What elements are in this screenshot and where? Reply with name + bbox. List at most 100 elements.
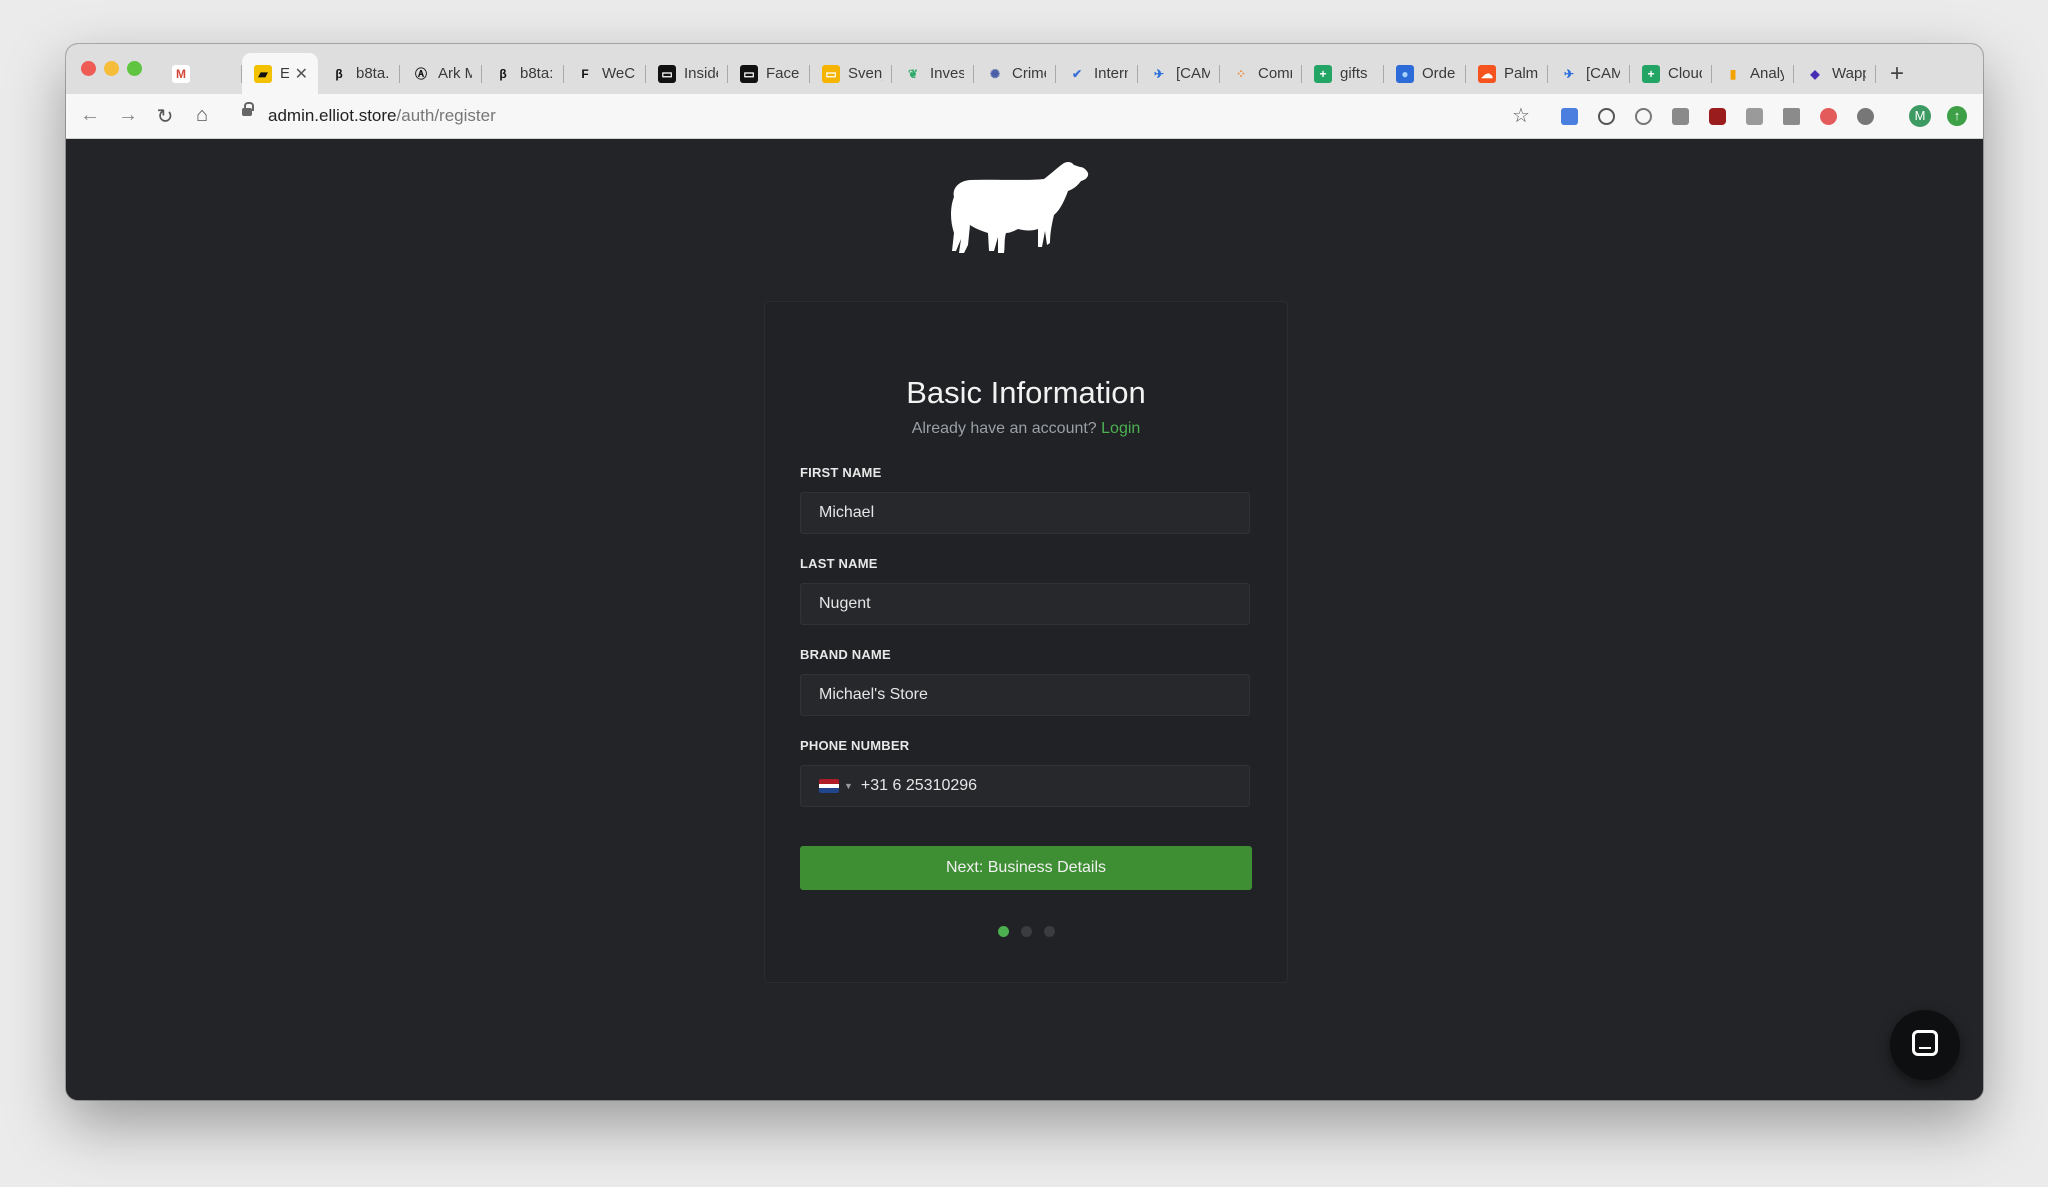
tab-title: Crime <box>1012 65 1046 82</box>
cloud-icon: ● <box>1396 64 1414 83</box>
leaf-icon: ❦ <box>904 64 922 83</box>
browser-tab[interactable]: ▭ Svenj <box>810 53 892 94</box>
extension-ublock-icon[interactable] <box>1709 108 1726 125</box>
bird-icon: ✔ <box>1068 64 1086 83</box>
browser-tab[interactable]: ✈ [CAM <box>1548 53 1630 94</box>
extension-translate-icon[interactable] <box>1561 108 1578 125</box>
tab-title: WeCh <box>602 65 636 82</box>
browser-tab[interactable]: ▭ Faceb <box>728 53 810 94</box>
chat-widget-button[interactable] <box>1890 1010 1960 1080</box>
browser-window: M ▰ Ell ✕ β b8ta.c Ⓐ Ark M β b8ta: F WeCh ▭ Inside ▭ Fa… <box>66 44 1983 1100</box>
bookmark-star-icon[interactable]: ☆ <box>1512 103 1530 128</box>
tab-bar: M ▰ Ell ✕ β b8ta.c Ⓐ Ark M β b8ta: F WeCh ▭ Inside ▭ Fa… <box>66 44 1983 94</box>
url-path: /auth/register <box>396 106 496 125</box>
phone-number-value[interactable]: +31 6 25310296 <box>861 777 977 795</box>
browser-tab[interactable]: + Cloud <box>1630 53 1712 94</box>
browser-tab[interactable]: ◆ Wapp <box>1794 53 1876 94</box>
profile-avatar[interactable]: M <box>1909 105 1931 127</box>
new-tab-icon[interactable]: + <box>1890 61 1904 86</box>
ark-icon: Ⓐ <box>412 64 430 83</box>
tab-title: Inside <box>684 65 718 82</box>
tab-title: Analy <box>1750 65 1784 82</box>
tab-title: b8ta.c <box>356 65 390 82</box>
forward-arrow-icon[interactable]: → <box>116 104 140 127</box>
wappalyzer-icon: ◆ <box>1806 64 1824 83</box>
browser-tab[interactable]: ▰ Ell ✕ <box>242 53 318 94</box>
update-icon[interactable]: ↑ <box>1947 106 1967 126</box>
brand-name-input[interactable] <box>800 674 1250 716</box>
page-content: Basic Information Already have an accoun… <box>66 139 1983 1100</box>
sheets-icon: + <box>1314 64 1332 83</box>
gmail-icon: M <box>172 64 190 83</box>
tab-title: gifts <box>1340 65 1368 82</box>
browser-tab[interactable]: M <box>160 53 242 94</box>
browser-tab[interactable]: β b8ta.c <box>318 53 400 94</box>
login-link[interactable]: Login <box>1101 420 1140 437</box>
minimize-window-button[interactable] <box>104 61 119 76</box>
browser-tab[interactable]: ▭ Inside <box>646 53 728 94</box>
lock-icon[interactable] <box>242 102 254 116</box>
next-business-details-button[interactable]: Next: Business Details <box>800 846 1252 890</box>
registration-card: Basic Information Already have an accoun… <box>764 301 1288 983</box>
jira-icon: ✈ <box>1560 64 1578 83</box>
tab-title: Intern <box>1094 65 1128 82</box>
tab-title: Cloud <box>1668 65 1702 82</box>
facebook-icon: ▭ <box>740 64 758 83</box>
analytics-icon: ▮ <box>1724 64 1742 83</box>
sheets-icon: + <box>1642 64 1660 83</box>
tab-title: [CAM <box>1586 65 1620 82</box>
tab-title: Wapp <box>1832 65 1866 82</box>
inside-icon: ▭ <box>658 64 676 83</box>
tab-title: Faceb <box>766 65 800 82</box>
browser-tab[interactable]: F WeCh <box>564 53 646 94</box>
browser-tab[interactable]: ● Order <box>1384 53 1466 94</box>
slides-icon: ▭ <box>822 64 840 83</box>
reload-icon[interactable]: ↻ <box>153 104 177 129</box>
maximize-window-button[interactable] <box>127 61 142 76</box>
browser-tab[interactable]: β b8ta: <box>482 53 564 94</box>
soundcloud-icon: ☁ <box>1478 64 1496 83</box>
tab-title: Ell <box>280 65 289 82</box>
jira-icon: ✈ <box>1150 64 1168 83</box>
extension-circle-icon[interactable] <box>1635 108 1652 125</box>
b8ta-icon: β <box>330 64 348 83</box>
browser-toolbar: ← → ↻ ⌂ admin.elliot.store/auth/register… <box>66 94 1983 139</box>
browser-tab[interactable]: ▮ Analy <box>1712 53 1794 94</box>
browser-tab[interactable]: ✈ [CAM <box>1138 53 1220 94</box>
browser-tab[interactable]: ✺ Crime <box>974 53 1056 94</box>
b8ta-icon: β <box>494 64 512 83</box>
tab-title: [CAM <box>1176 65 1210 82</box>
phone-number-field[interactable]: ▼ +31 6 25310296 <box>800 765 1250 807</box>
netherlands-flag-icon[interactable] <box>819 779 839 793</box>
login-prompt: Already have an account? Login <box>765 420 1287 438</box>
browser-tab[interactable]: ⁘ Comr <box>1220 53 1302 94</box>
first-name-label: FIRST NAME <box>800 465 882 480</box>
close-tab-icon[interactable]: ✕ <box>295 64 308 84</box>
first-name-input[interactable] <box>800 492 1250 534</box>
extension-pocket-icon[interactable] <box>1820 108 1837 125</box>
home-icon[interactable]: ⌂ <box>190 104 214 127</box>
address-bar[interactable]: admin.elliot.store/auth/register <box>268 106 496 126</box>
last-name-input[interactable] <box>800 583 1250 625</box>
step-indicator-2 <box>1021 926 1032 937</box>
extension-camera-icon[interactable] <box>1672 108 1689 125</box>
browser-tab[interactable]: Ⓐ Ark M <box>400 53 482 94</box>
browser-tab[interactable]: ✔ Intern <box>1056 53 1138 94</box>
extension-code-icon[interactable] <box>1746 108 1763 125</box>
back-arrow-icon[interactable]: ← <box>78 104 102 127</box>
cow-logo-icon <box>951 161 1089 253</box>
tab-title: Palms <box>1504 65 1538 82</box>
tab-title: Order <box>1422 65 1456 82</box>
dots-icon: ⁘ <box>1232 64 1250 83</box>
close-window-button[interactable] <box>81 61 96 76</box>
extension-dark-mode-icon[interactable] <box>1857 108 1874 125</box>
country-dropdown-caret-icon[interactable]: ▼ <box>844 781 853 791</box>
f-icon: F <box>576 64 594 83</box>
browser-tab[interactable]: + gifts <box>1302 53 1384 94</box>
page-title: Basic Information <box>906 375 1146 410</box>
tab-title: Comr <box>1258 65 1292 82</box>
extension-drive-icon[interactable] <box>1783 108 1800 125</box>
extension-1password-icon[interactable] <box>1598 108 1615 125</box>
browser-tab[interactable]: ❦ Inves <box>892 53 974 94</box>
browser-tab[interactable]: ☁ Palms <box>1466 53 1548 94</box>
